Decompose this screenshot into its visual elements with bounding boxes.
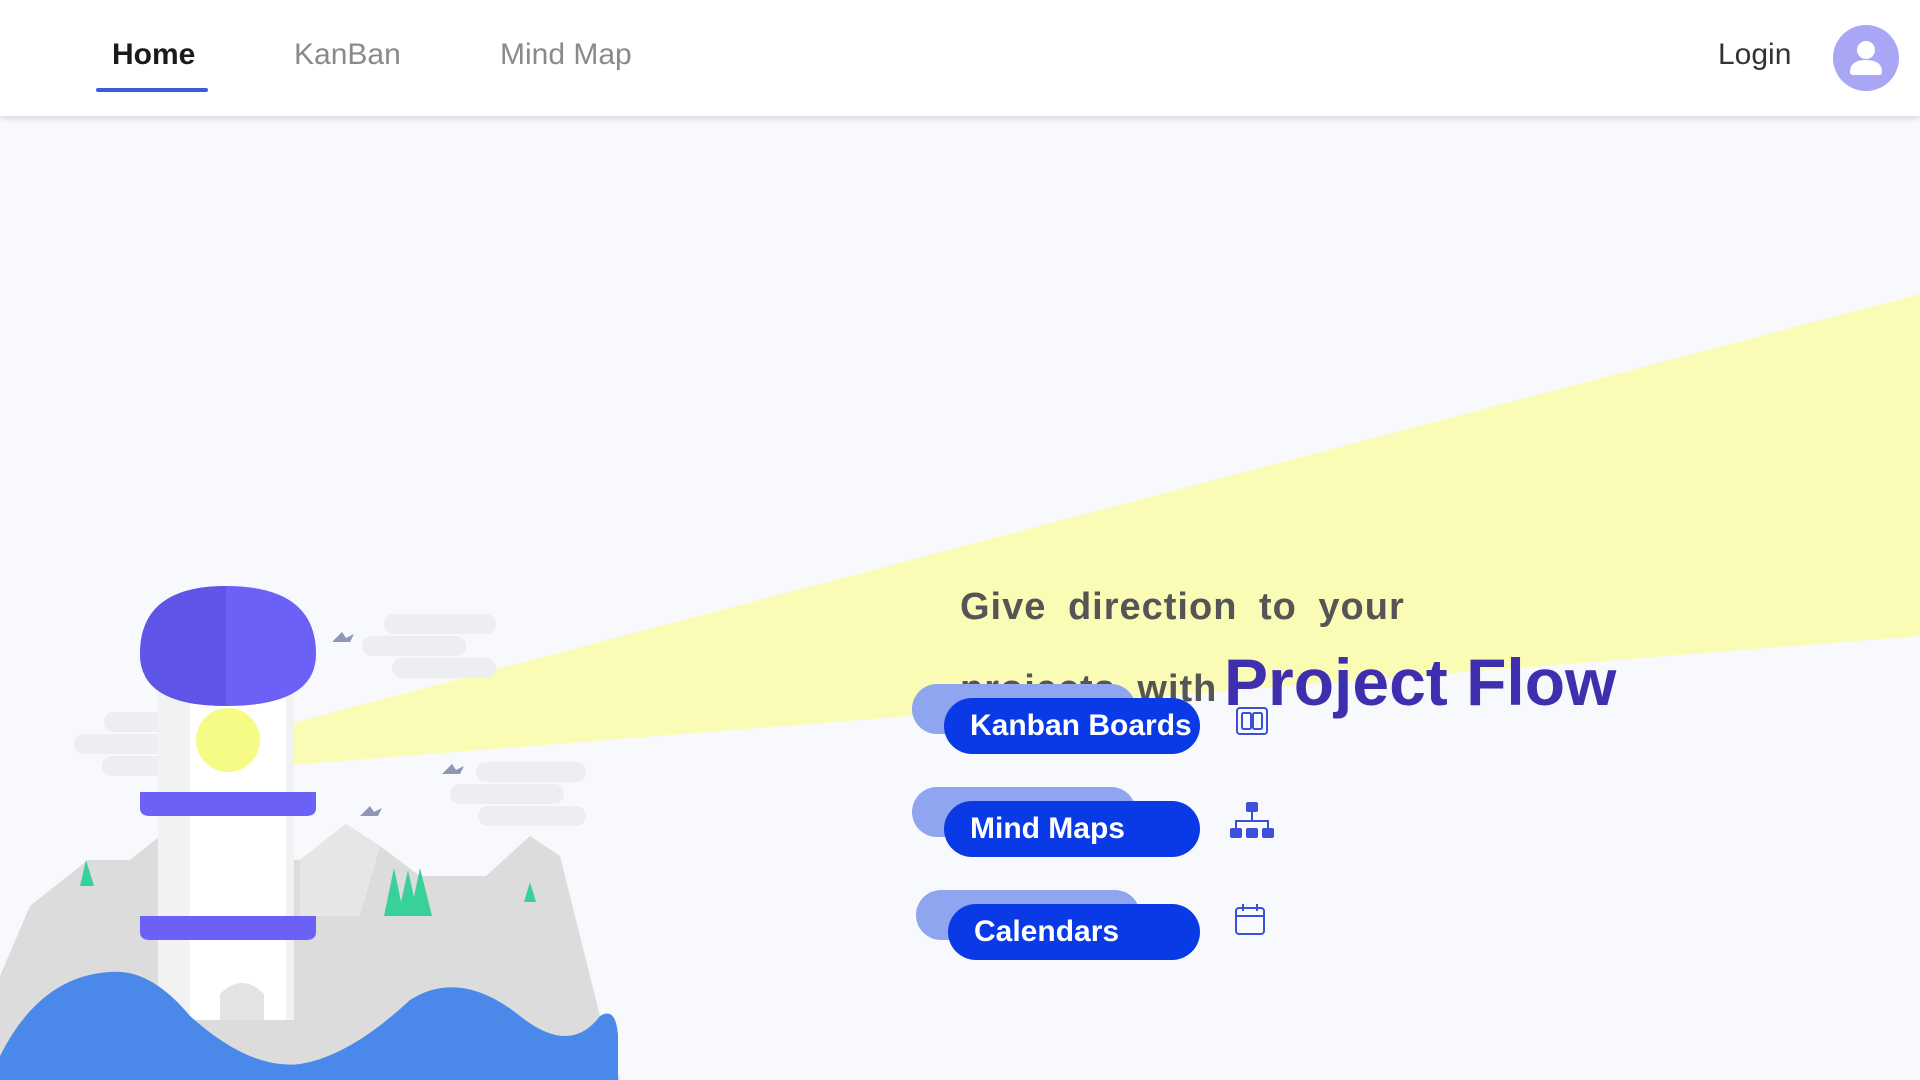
tab-home[interactable]: Home bbox=[112, 38, 195, 72]
brand-title: Project Flow bbox=[1224, 645, 1617, 719]
lighthouse-lamp bbox=[196, 708, 260, 772]
active-tab-indicator bbox=[96, 88, 208, 92]
tab-mind-map[interactable]: Mind Map bbox=[500, 38, 632, 72]
top-navbar: Home KanBan Mind Map Login bbox=[0, 0, 1920, 116]
lighthouse-door bbox=[220, 983, 264, 1020]
login-link[interactable]: Login bbox=[1718, 38, 1791, 72]
sitemap-icon[interactable] bbox=[1228, 800, 1276, 844]
kanban-board-icon[interactable] bbox=[1232, 702, 1272, 742]
calendar-icon[interactable] bbox=[1230, 900, 1270, 940]
calendars-button[interactable]: Calendars bbox=[948, 904, 1200, 960]
feature-kanban-boards: Kanban Boards bbox=[912, 684, 1212, 764]
mind-maps-button[interactable]: Mind Maps bbox=[944, 801, 1200, 857]
hero-tagline-line1: Give direction to your bbox=[960, 586, 1405, 628]
tab-kanban[interactable]: KanBan bbox=[294, 38, 401, 72]
feature-calendars: Calendars bbox=[912, 890, 1212, 970]
avatar[interactable] bbox=[1833, 25, 1899, 91]
kanban-boards-button[interactable]: Kanban Boards bbox=[944, 698, 1200, 754]
user-icon bbox=[1850, 41, 1882, 75]
feature-mind-maps: Mind Maps bbox=[912, 787, 1212, 867]
